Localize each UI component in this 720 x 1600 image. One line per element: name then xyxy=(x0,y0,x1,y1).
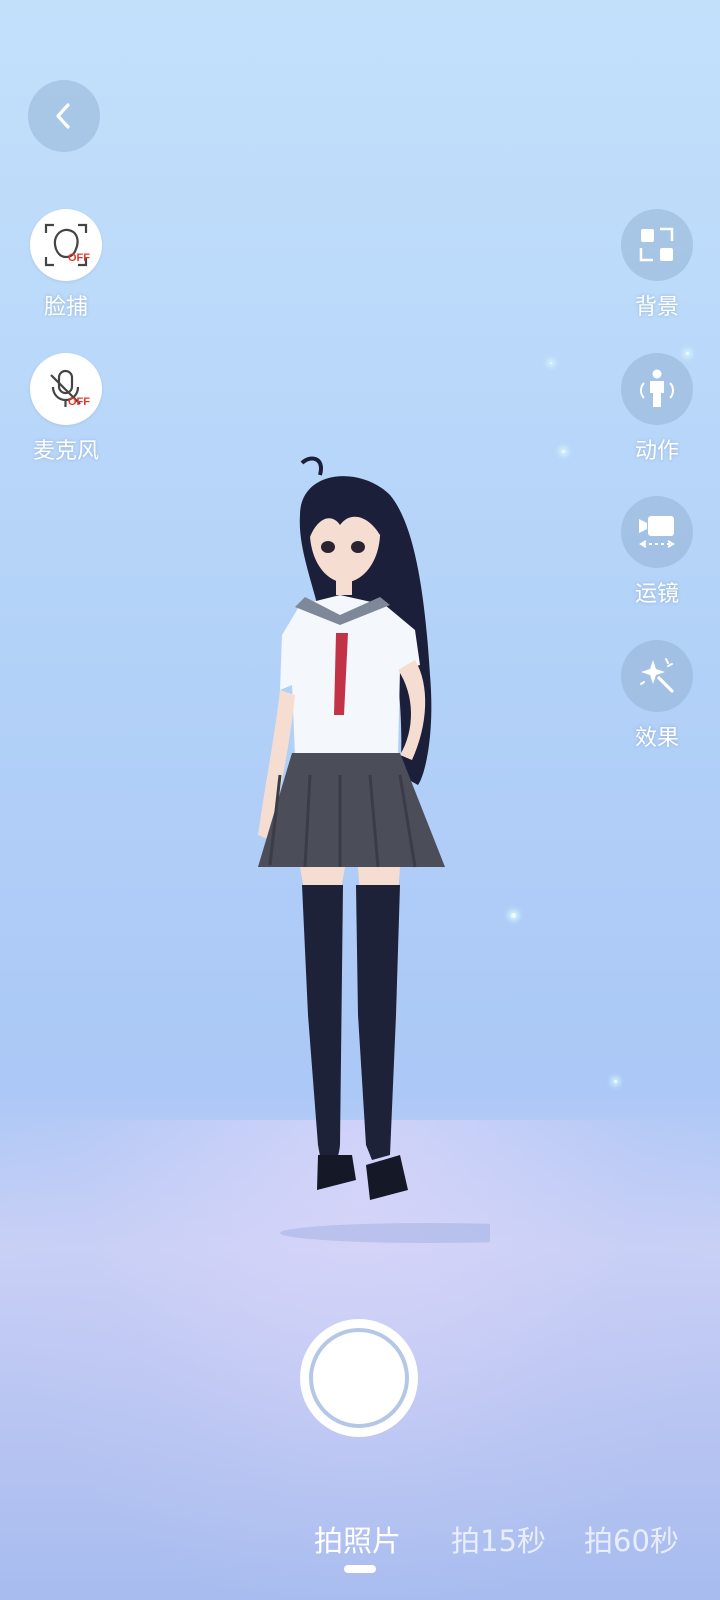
face-capture-label: 脸捕 xyxy=(43,295,88,320)
sparkle xyxy=(614,1080,617,1083)
mode-photo[interactable]: 拍照片 xyxy=(314,1518,401,1560)
microphone-button[interactable]: OFF xyxy=(30,353,102,425)
microphone-off-badge: OFF xyxy=(68,396,90,408)
camera-movement-label: 运镜 xyxy=(634,582,679,607)
face-capture-off-badge: OFF xyxy=(68,252,90,264)
sparkle xyxy=(562,450,565,453)
effects-label: 效果 xyxy=(634,726,679,751)
sparkle xyxy=(550,362,552,364)
avatar-character xyxy=(258,456,490,1243)
background-grid-icon xyxy=(639,227,674,262)
background-label: 背景 xyxy=(634,295,679,320)
camera-move-icon xyxy=(639,516,675,548)
face-capture-button[interactable]: OFF xyxy=(30,209,102,281)
motion-label: 动作 xyxy=(634,439,679,464)
motion-button[interactable] xyxy=(621,353,693,425)
mode-15s[interactable]: 拍15秒 xyxy=(451,1518,546,1560)
sparkle xyxy=(511,913,516,918)
mode-60s[interactable]: 拍60秒 xyxy=(584,1518,679,1560)
camera-movement-button[interactable] xyxy=(621,496,693,568)
microphone-label: 麦克风 xyxy=(32,439,99,464)
person-icon xyxy=(640,369,674,407)
chevron-left-icon xyxy=(56,103,70,129)
back-button[interactable] xyxy=(28,80,100,152)
sparkle xyxy=(686,352,689,355)
effects-button[interactable] xyxy=(621,640,693,712)
magic-wand-icon xyxy=(640,658,674,693)
mode-selected-indicator xyxy=(344,1565,376,1573)
shutter-ring xyxy=(309,1328,409,1428)
background-button[interactable] xyxy=(621,209,693,281)
shutter-button[interactable] xyxy=(300,1319,418,1437)
